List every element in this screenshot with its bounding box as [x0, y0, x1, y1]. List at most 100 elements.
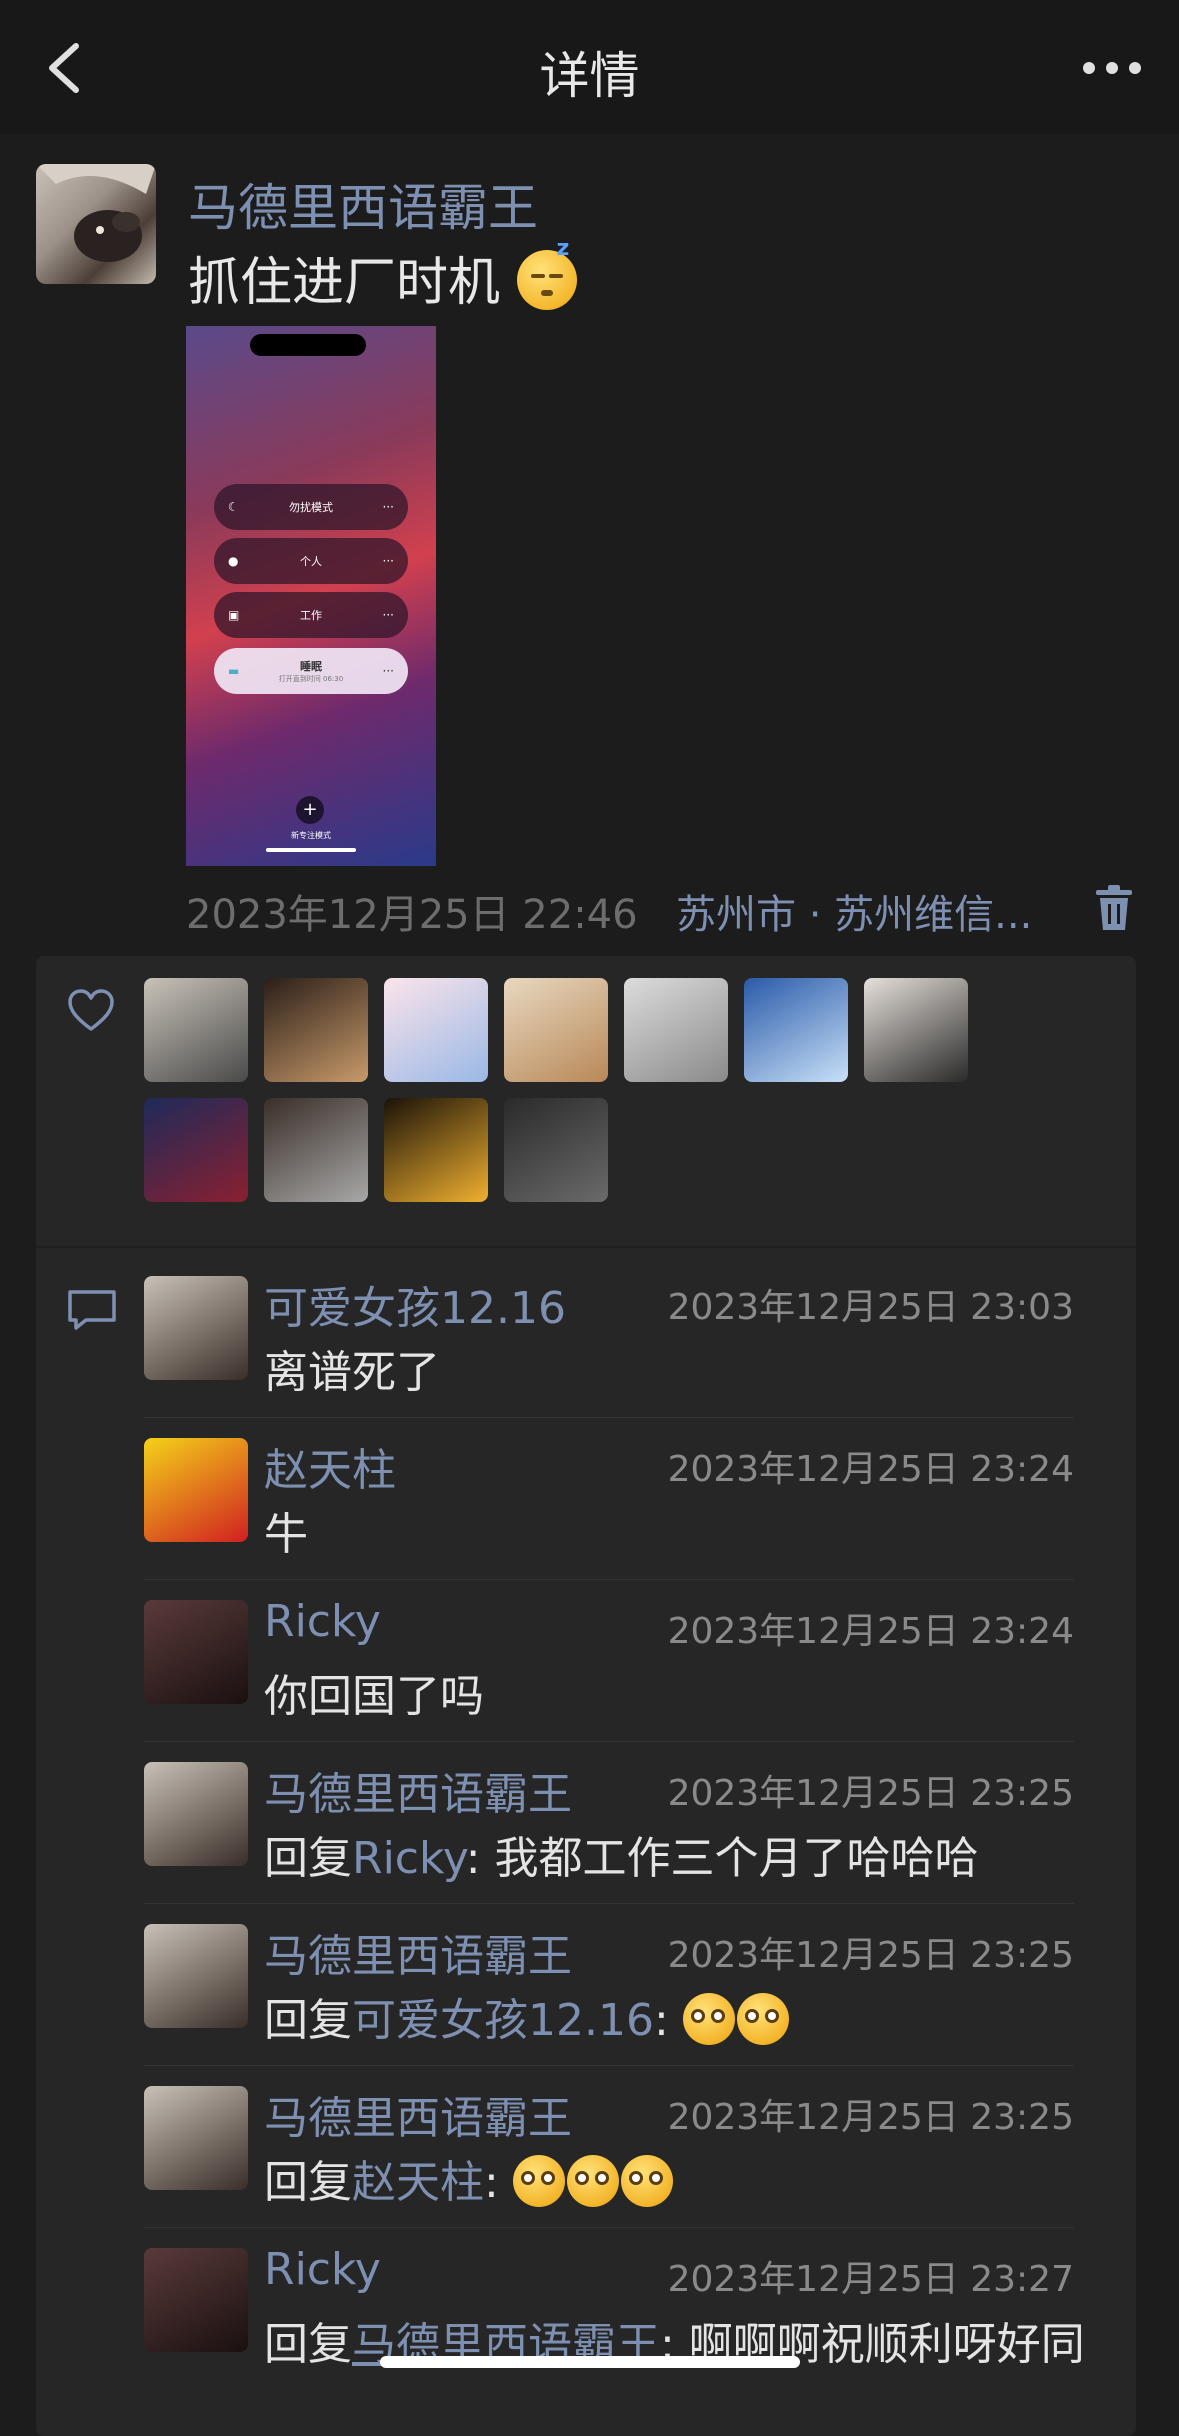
divider	[36, 1246, 1136, 1248]
commenter-avatar[interactable]	[144, 1762, 248, 1866]
comment-time: 2023年12月25日 23:25	[667, 1773, 1074, 1814]
commenter-avatar[interactable]	[144, 1600, 248, 1704]
author-name[interactable]: 马德里西语霸王	[188, 168, 538, 240]
post-location[interactable]: 苏州市 · 苏州维信...	[676, 882, 1032, 940]
reply-prefix: 回复	[264, 2319, 352, 2370]
comment-time: 2023年12月25日 23:25	[667, 2097, 1074, 2138]
liker-avatar[interactable]	[624, 978, 728, 1082]
focus-mode-label: 工作	[300, 609, 322, 622]
dynamic-island	[250, 334, 366, 356]
liker-avatar[interactable]	[144, 978, 248, 1082]
trash-icon	[1096, 885, 1132, 930]
comment-body: 离谱死了	[264, 1347, 440, 1398]
comment-item[interactable]: 可爱女孩12.16 2023年12月25日 23:03 离谱死了	[144, 1256, 1104, 1418]
post-text: 抓住进厂时机 z	[188, 236, 577, 315]
comment-text: 你回国了吗	[264, 1660, 484, 1724]
delete-button[interactable]	[1094, 884, 1134, 932]
home-indicator	[380, 2356, 800, 2368]
commenter-avatar[interactable]	[144, 1438, 248, 1542]
comment-item[interactable]: 马德里西语霸王 2023年12月25日 23:25 回复Ricky: 我都工作三个月…	[144, 1742, 1104, 1904]
reply-to-name[interactable]: 可爱女孩12.16	[352, 1995, 654, 2046]
commenter-name[interactable]: 可爱女孩12.16	[264, 1272, 566, 1336]
comment-time: 2023年12月25日 23:03	[667, 1287, 1074, 1328]
comment-text: 牛	[264, 1498, 308, 1562]
focus-mode-label: 勿扰模式	[289, 501, 333, 514]
more-button[interactable]	[1081, 48, 1143, 88]
mouth	[540, 290, 553, 296]
post-image[interactable]: ☾ 勿扰模式 ··· ● 个人 ··· ▣ 工作 ··· ▬ 睡眠 打开直到时间…	[186, 326, 436, 866]
reply-to-name[interactable]: 赵天柱	[352, 2157, 484, 2208]
rolling-eyes-icon	[736, 1993, 789, 2045]
commenter-avatar[interactable]	[144, 2086, 248, 2190]
comment-item[interactable]: 马德里西语霸王 2023年12月25日 23:25 回复赵天柱:	[144, 2066, 1104, 2228]
comment-time: 2023年12月25日 23:27	[667, 2259, 1074, 2300]
bed-icon: ▬	[228, 664, 240, 678]
rolling-eyes-icon	[512, 2155, 565, 2207]
focus-mode-item: ▣ 工作 ···	[214, 592, 408, 638]
more-dots-icon	[1083, 62, 1141, 74]
liker-avatar[interactable]	[744, 978, 848, 1082]
commenter-avatar[interactable]	[144, 1276, 248, 1380]
focus-mode-sub: 打开直到时间 06:30	[278, 675, 344, 683]
commenter-name[interactable]: Ricky	[264, 1596, 381, 1647]
comment-time: 2023年12月25日 23:24	[667, 1449, 1074, 1490]
comment-item[interactable]: 赵天柱 2023年12月25日 23:24 牛	[144, 1418, 1104, 1580]
eye-left	[530, 274, 545, 278]
reply-to-name[interactable]: Ricky	[352, 1833, 466, 1884]
eye-right	[548, 274, 563, 278]
more-dots-icon: ···	[382, 664, 394, 678]
focus-mode-label: 个人	[300, 555, 322, 568]
comment-time: 2023年12月25日 23:25	[667, 1935, 1074, 1976]
post-timestamp: 2023年12月25日 22:46	[186, 892, 638, 938]
comment-time: 2023年12月25日 23:24	[667, 1611, 1074, 1652]
commenter-name[interactable]: 马德里西语霸王	[264, 1920, 572, 1984]
comment-text: 回复可爱女孩12.16:	[264, 1984, 791, 2048]
liker-avatar[interactable]	[384, 978, 488, 1082]
comment-body: :	[484, 2157, 513, 2208]
post-detail: 马德里西语霸王 抓住进厂时机 z ☾ 勿扰模式 ··· ● 个人 ··· ▣ 工…	[0, 134, 1179, 2436]
comment-text: 回复Ricky: 我都工作三个月了哈哈哈	[264, 1822, 979, 1886]
comment-icon	[66, 1286, 118, 1334]
commenter-name[interactable]: 马德里西语霸王	[264, 2082, 572, 2146]
more-dots-icon: ···	[382, 608, 394, 622]
zzz-mark: z	[556, 236, 570, 261]
commenter-name[interactable]: 赵天柱	[264, 1434, 396, 1498]
comment-text: 回复赵天柱:	[264, 2146, 675, 2210]
commenter-name[interactable]: 马德里西语霸王	[264, 1758, 572, 1822]
author-avatar[interactable]	[36, 164, 156, 284]
liker-avatar[interactable]	[384, 1098, 488, 1202]
focus-mode-item: ☾ 勿扰模式 ···	[214, 484, 408, 530]
sleeping-face-icon: z	[516, 236, 577, 310]
focus-mode-label: 睡眠	[300, 660, 322, 673]
new-focus-label: 新专注模式	[291, 831, 331, 840]
heart-icon	[66, 986, 116, 1036]
interaction-panel: 可爱女孩12.16 2023年12月25日 23:03 离谱死了赵天柱 2023年12…	[36, 956, 1136, 2436]
liker-avatar[interactable]	[264, 1098, 368, 1202]
comment-body: 牛	[264, 1509, 308, 1560]
post-text-content: 抓住进厂时机	[188, 253, 501, 313]
more-dots-icon: ···	[382, 554, 394, 568]
focus-mode-item-active: ▬ 睡眠 打开直到时间 06:30 ···	[214, 648, 408, 694]
moon-icon: ☾	[228, 500, 239, 514]
liker-avatar[interactable]	[264, 978, 368, 1082]
commenter-avatar[interactable]	[144, 2248, 248, 2352]
plus-icon: +	[296, 796, 324, 824]
liker-avatar[interactable]	[504, 1098, 608, 1202]
comment-body: 你回国了吗	[264, 1671, 484, 1722]
comment-item[interactable]: 马德里西语霸王 2023年12月25日 23:25 回复可爱女孩12.16:	[144, 1904, 1104, 2066]
focus-mode-item: ● 个人 ···	[214, 538, 408, 584]
liker-avatar[interactable]	[504, 978, 608, 1082]
reply-prefix: 回复	[264, 1833, 352, 1884]
liker-avatar[interactable]	[864, 978, 968, 1082]
dog-avatar-image	[36, 164, 156, 262]
comment-text: 离谱死了	[264, 1336, 440, 1400]
reply-prefix: 回复	[264, 2157, 352, 2208]
commenter-name[interactable]: Ricky	[264, 2244, 381, 2295]
person-icon: ●	[228, 554, 239, 568]
more-dots-icon: ···	[382, 500, 394, 514]
liker-avatar[interactable]	[144, 1098, 248, 1202]
comment-item[interactable]: Ricky 2023年12月25日 23:24 你回国了吗	[144, 1580, 1104, 1742]
commenter-avatar[interactable]	[144, 1924, 248, 2028]
rolling-eyes-icon	[620, 2155, 673, 2207]
rolling-eyes-icon	[566, 2155, 619, 2207]
